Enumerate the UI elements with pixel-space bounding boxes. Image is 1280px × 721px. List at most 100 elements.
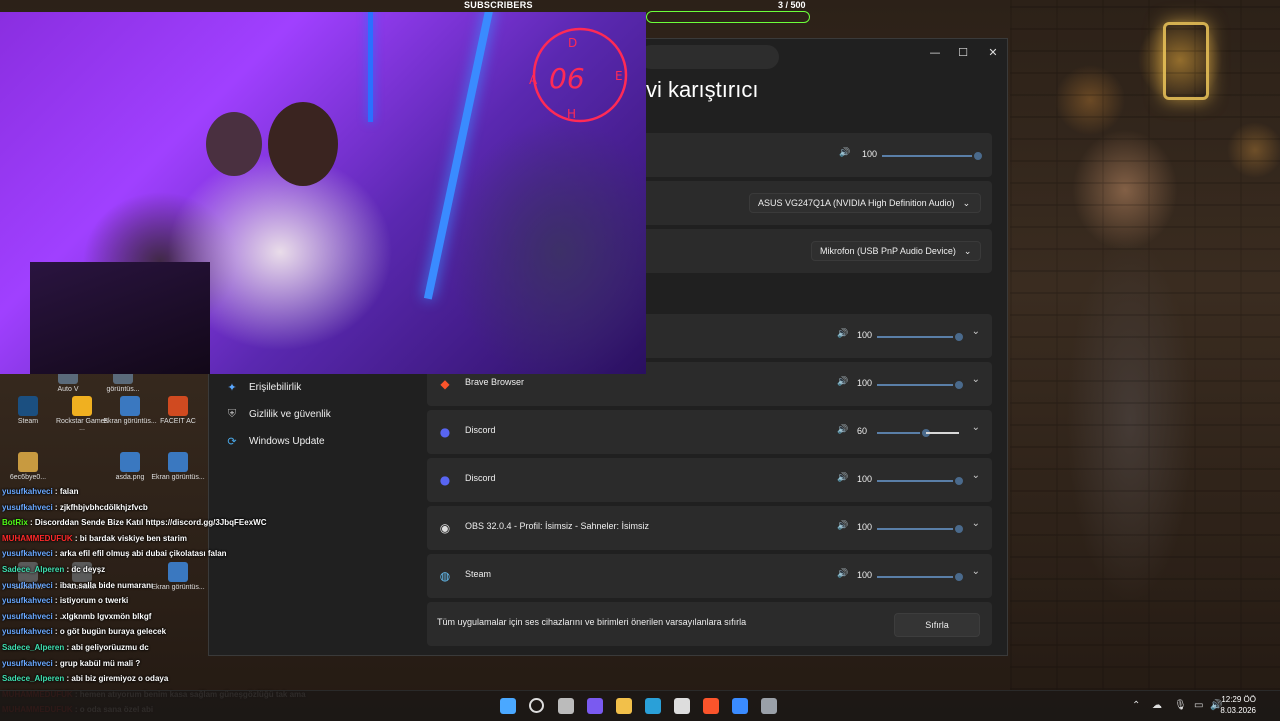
nav-item-accessibility[interactable]: ✦ Erişilebilirlik	[225, 376, 301, 398]
chevron-down-icon[interactable]: ⌄	[972, 566, 980, 577]
chat-message: yusufkahveci : iban salla bide numaranı	[2, 578, 332, 594]
chat-separator: :	[52, 658, 60, 668]
minimize-icon[interactable]: —	[921, 43, 949, 63]
app-volume-slider[interactable]	[877, 331, 965, 343]
speaker-icon[interactable]: 🔊	[837, 329, 848, 339]
monitor-icon[interactable]: ▭	[1194, 700, 1203, 711]
chevron-down-icon[interactable]: ⌄	[972, 326, 980, 337]
app-volume-slider[interactable]	[877, 523, 965, 535]
nav-item-windows-update[interactable]: ⟳ Windows Update	[225, 430, 324, 452]
wallpaper-brick-wall	[1010, 0, 1280, 690]
system-clock[interactable]: 12:29 ÖÖ 8.03.2026	[1220, 694, 1256, 716]
input-device-dropdown[interactable]: Mikrofon (USB PnP Audio Device) ⌄	[811, 241, 981, 261]
network-icon[interactable]: ☁	[1152, 700, 1162, 711]
desktop-icon[interactable]: FACEIT AC	[150, 396, 206, 425]
chat-message: Sadece_Alperen : abi biz giremiyoz o oda…	[2, 671, 332, 687]
store-icon[interactable]	[674, 698, 690, 714]
led-strip	[423, 12, 495, 300]
settings-search-box[interactable]	[639, 45, 779, 69]
app-volume-slider[interactable]	[877, 379, 965, 391]
logo-number: 06	[549, 62, 585, 95]
speaker-icon[interactable]: 🔊	[837, 473, 848, 483]
app-volume-value: 60	[857, 426, 868, 436]
file-explorer-icon[interactable]	[616, 698, 632, 714]
taskbar: ⌃ ☁ 🎙 ▭ 🔊 12:29 ÖÖ 8.03.2026	[0, 690, 1280, 721]
chat-text: zjkfhbjvbhcdölkhjzfvcb	[59, 502, 148, 512]
chevron-up-icon[interactable]: ⌃	[1132, 700, 1140, 711]
reset-button[interactable]: Sıfırla	[894, 613, 980, 637]
chat-text: iban salla bide numaranı	[59, 580, 154, 590]
brave-icon: ◆	[440, 377, 450, 391]
close-icon[interactable]: ✕	[979, 43, 1007, 63]
search-icon[interactable]	[529, 698, 544, 713]
task-view-icon[interactable]	[558, 698, 574, 714]
widgets-icon[interactable]	[587, 698, 603, 714]
reset-card: Tüm uygulamalar için ses cihazlarını ve …	[427, 602, 992, 646]
speaker-icon[interactable]: 🔊	[837, 425, 848, 435]
file-icon	[18, 452, 38, 472]
app-volume-slider[interactable]	[877, 571, 965, 583]
subscribers-label: SUBSCRIBERS	[464, 0, 533, 10]
chat-text: abi biz giremiyoz o odaya	[71, 674, 169, 684]
speaker-icon[interactable]: 🔊	[837, 569, 848, 579]
app-icon[interactable]	[732, 698, 748, 714]
chat-text: abi geliyorüuzmu dc	[71, 642, 149, 652]
microphone-icon[interactable]: 🎙	[1174, 700, 1187, 711]
chevron-down-icon[interactable]: ⌄	[972, 470, 980, 481]
chat-username: yusufkahveci	[2, 580, 53, 590]
chat-separator: :	[52, 549, 60, 559]
neon-logo: D A 06 E H	[529, 27, 628, 123]
speaker-icon[interactable]: 🔊	[837, 377, 848, 387]
master-volume-slider[interactable]	[882, 150, 984, 162]
settings-icon[interactable]	[761, 698, 777, 714]
clock-date: 8.03.2026	[1220, 706, 1256, 715]
desktop-icon[interactable]: Ekran görüntüs...	[150, 452, 206, 481]
chat-text: falan	[59, 487, 79, 496]
desktop-icon[interactable]: 6ec6bye0...	[0, 452, 56, 481]
subscribers-count: 3 / 500	[778, 0, 806, 10]
speaker-icon[interactable]: 🔊	[837, 521, 848, 531]
brave-icon[interactable]	[703, 698, 719, 714]
output-device-dropdown[interactable]: ASUS VG247Q1A (NVIDIA High Definition Au…	[749, 193, 981, 213]
logo-letter: H	[567, 107, 576, 121]
discord-icon: ●	[439, 473, 451, 487]
edge-icon[interactable]	[645, 698, 661, 714]
app-name: OBS 32.0.4 - Profil: İsimsiz - Sahneler:…	[465, 521, 650, 531]
nav-item-privacy[interactable]: ⛨ Gizlilik ve güvenlik	[225, 403, 331, 425]
chat-message: yusufkahveci : arka efil efil olmuş abi …	[2, 546, 332, 562]
desk-keyboard	[30, 262, 210, 374]
nav-item-label: Erişilebilirlik	[249, 381, 302, 393]
file-icon	[120, 396, 140, 416]
app-volume-slider[interactable]	[877, 475, 965, 487]
chat-message: Sadece_Alperen : dc deyşz	[2, 562, 332, 578]
chevron-down-icon[interactable]: ⌄	[972, 518, 980, 529]
logo-letter: D	[568, 36, 577, 50]
chevron-down-icon[interactable]: ⌄	[972, 374, 980, 385]
guest-head	[206, 112, 262, 176]
chat-username: BotRix	[2, 518, 28, 528]
app-volume-row: ● Discord 🔊 60 ⌄	[427, 410, 992, 454]
obs-icon: ◉	[439, 521, 451, 535]
desktop-icon[interactable]: Steam	[0, 396, 56, 425]
led-strip	[368, 12, 373, 122]
maximize-icon[interactable]: ☐	[949, 43, 977, 63]
subscribers-progress-bar	[646, 11, 810, 23]
chat-message: yusufkahveci : .xlgknmb lgvxmön blkgf	[2, 609, 332, 625]
chat-separator: :	[52, 580, 60, 590]
chat-message: BotRix : Discorddan Sende Bize Katıl htt…	[2, 515, 332, 531]
app-name: Steam	[465, 569, 492, 579]
master-volume-value: 100	[862, 149, 878, 159]
windows-start-icon[interactable]	[500, 698, 516, 714]
file-icon	[168, 452, 188, 472]
app-name: Brave Browser	[465, 377, 525, 387]
chat-message: yusufkahveci : istiyorum o twerki	[2, 593, 332, 609]
chat-text: istiyorum o twerki	[59, 596, 129, 606]
chat-message: yusufkahveci : zjkfhbjvbhcdölkhjzfvcb	[2, 500, 332, 516]
logo-letter: E	[615, 69, 623, 83]
app-volume-slider[interactable]	[877, 427, 959, 439]
chevron-down-icon[interactable]: ⌄	[972, 422, 980, 433]
chat-message: yusufkahveci : falan	[2, 484, 332, 500]
chevron-down-icon: ⌄	[963, 245, 972, 256]
app-volume-row: ● Discord 🔊 100 ⌄	[427, 458, 992, 502]
speaker-icon[interactable]: 🔊	[839, 148, 850, 158]
